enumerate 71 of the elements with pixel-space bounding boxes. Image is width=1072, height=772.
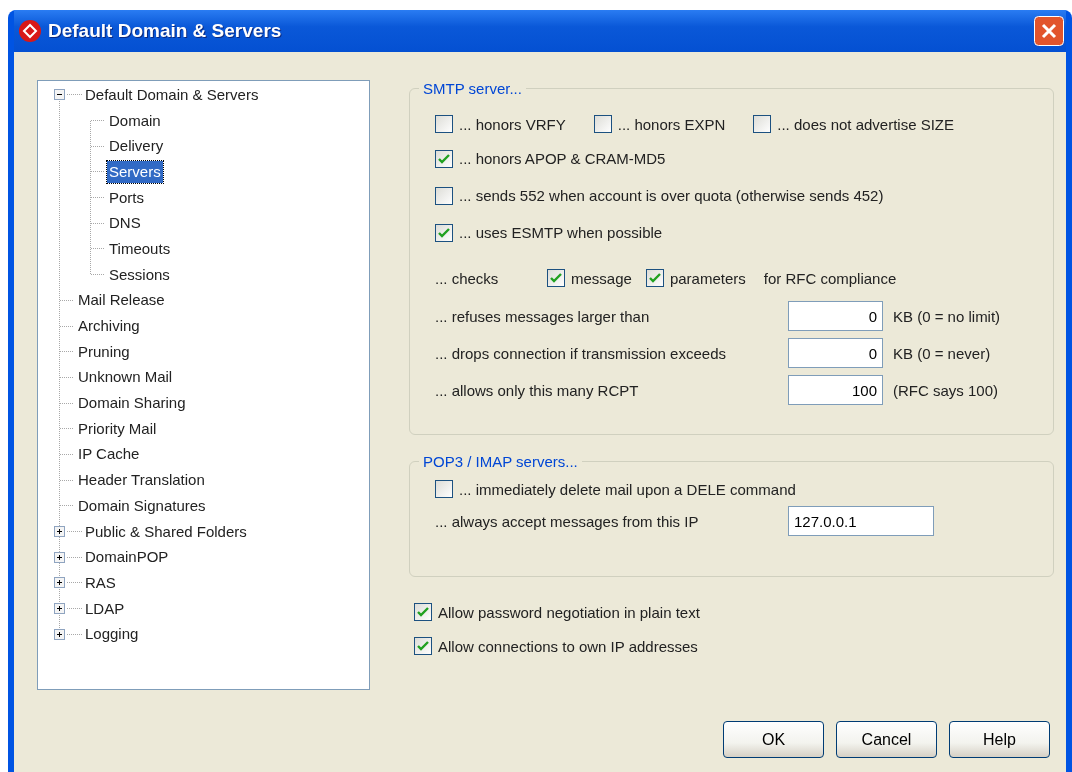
input-field[interactable]: 0	[788, 301, 883, 331]
dialog-button[interactable]: OK	[723, 721, 824, 758]
tree-item[interactable]: Logging	[83, 623, 141, 646]
expand-icon[interactable]	[54, 603, 65, 615]
tree-item[interactable]: RAS	[83, 571, 118, 594]
checkbox-label[interactable]: Allow password negotiation in plain text	[438, 603, 700, 621]
group-title: SMTP server...	[422, 80, 523, 97]
checkbox[interactable]	[547, 269, 565, 287]
group-title: POP3 / IMAP servers...	[422, 453, 579, 470]
tree-item[interactable]: Archiving	[76, 315, 142, 338]
checkbox[interactable]	[753, 115, 772, 133]
tree-item[interactable]: Public & Shared Folders	[83, 520, 249, 543]
tree-item[interactable]: Servers	[107, 160, 163, 183]
option-label: ... always accept messages from this IP	[435, 512, 700, 530]
input-field[interactable]: 0	[788, 338, 883, 368]
tree-item[interactable]: LDAP	[83, 597, 127, 620]
tree-item[interactable]: DomainPOP	[83, 546, 171, 569]
checkbox[interactable]	[435, 186, 453, 205]
dialog-button[interactable]: Cancel	[836, 721, 937, 758]
checkbox[interactable]	[593, 115, 612, 133]
tree-item[interactable]: Domain	[107, 109, 163, 132]
hint-label: KB (0 = no limit)	[893, 307, 1002, 325]
tree-item[interactable]: Domain Signatures	[76, 494, 208, 517]
tree-item[interactable]: Default Domain & Servers	[83, 83, 261, 106]
tree-item[interactable]: Timeouts	[107, 237, 173, 260]
close-icon[interactable]	[1034, 16, 1064, 46]
option-label: ... allows only this many RCPT	[435, 381, 640, 399]
checkbox[interactable]	[414, 637, 432, 655]
collapse-icon[interactable]	[54, 89, 65, 101]
dialog-button[interactable]: Help	[949, 721, 1050, 758]
option-label: ... drops connection if transmission exceeds	[435, 344, 727, 362]
input-field[interactable]: 127.0.0.1	[788, 506, 934, 536]
checkbox[interactable]	[435, 480, 453, 498]
hint-label: (RFC says 100)	[893, 381, 1000, 399]
tree-item[interactable]: IP Cache	[76, 443, 142, 466]
checkbox[interactable]	[435, 149, 453, 168]
checkbox-label[interactable]: message	[571, 269, 632, 287]
tree-item[interactable]: Sessions	[107, 263, 172, 286]
checkbox-label[interactable]: ... honors APOP & CRAM-MD5	[459, 150, 666, 167]
tree-item[interactable]: Priority Mail	[76, 417, 159, 440]
tree-item[interactable]: Delivery	[107, 135, 166, 158]
checkbox-label[interactable]: ... sends 552 when account is over quota (otherwise sends 452)	[459, 187, 884, 204]
tree-item[interactable]: DNS	[107, 212, 143, 235]
checkbox-label[interactable]: Allow connections to own IP addresses	[438, 637, 698, 655]
expand-icon[interactable]	[54, 551, 65, 563]
checkbox-label[interactable]: ... uses ESMTP when possible	[459, 224, 663, 241]
checkbox-label[interactable]: ... immediately delete mail upon a DELE command	[459, 480, 796, 498]
tree-item[interactable]: Pruning	[76, 340, 132, 363]
expand-icon[interactable]	[54, 577, 65, 589]
expand-icon[interactable]	[54, 628, 65, 640]
checkbox[interactable]	[435, 223, 453, 242]
tree-item[interactable]: Mail Release	[76, 289, 167, 312]
checkbox-label[interactable]: parameters	[669, 269, 746, 287]
tree-item[interactable]: Ports	[107, 186, 146, 209]
option-label: ... refuses messages larger than	[435, 307, 651, 325]
tree-item[interactable]: Header Translation	[76, 469, 207, 492]
checkbox-label[interactable]: ... does not advertise SIZE	[777, 115, 955, 133]
checkbox-label[interactable]: ... honors EXPN	[617, 115, 726, 133]
expand-icon[interactable]	[54, 526, 65, 538]
checkbox[interactable]	[645, 269, 664, 287]
checkbox[interactable]	[414, 603, 432, 621]
option-label: for RFC compliance	[763, 269, 897, 287]
checkbox-label[interactable]: ... honors VRFY	[459, 115, 566, 133]
option-label: ... checks	[435, 269, 500, 287]
input-field[interactable]: 100	[788, 375, 883, 405]
checkbox[interactable]	[435, 115, 453, 133]
app-icon	[18, 19, 42, 43]
tree-item[interactable]: Domain Sharing	[76, 392, 188, 415]
window-title: Default Domain & Servers	[48, 20, 282, 42]
tree-item[interactable]: Unknown Mail	[76, 366, 175, 389]
hint-label: KB (0 = never)	[893, 344, 992, 362]
